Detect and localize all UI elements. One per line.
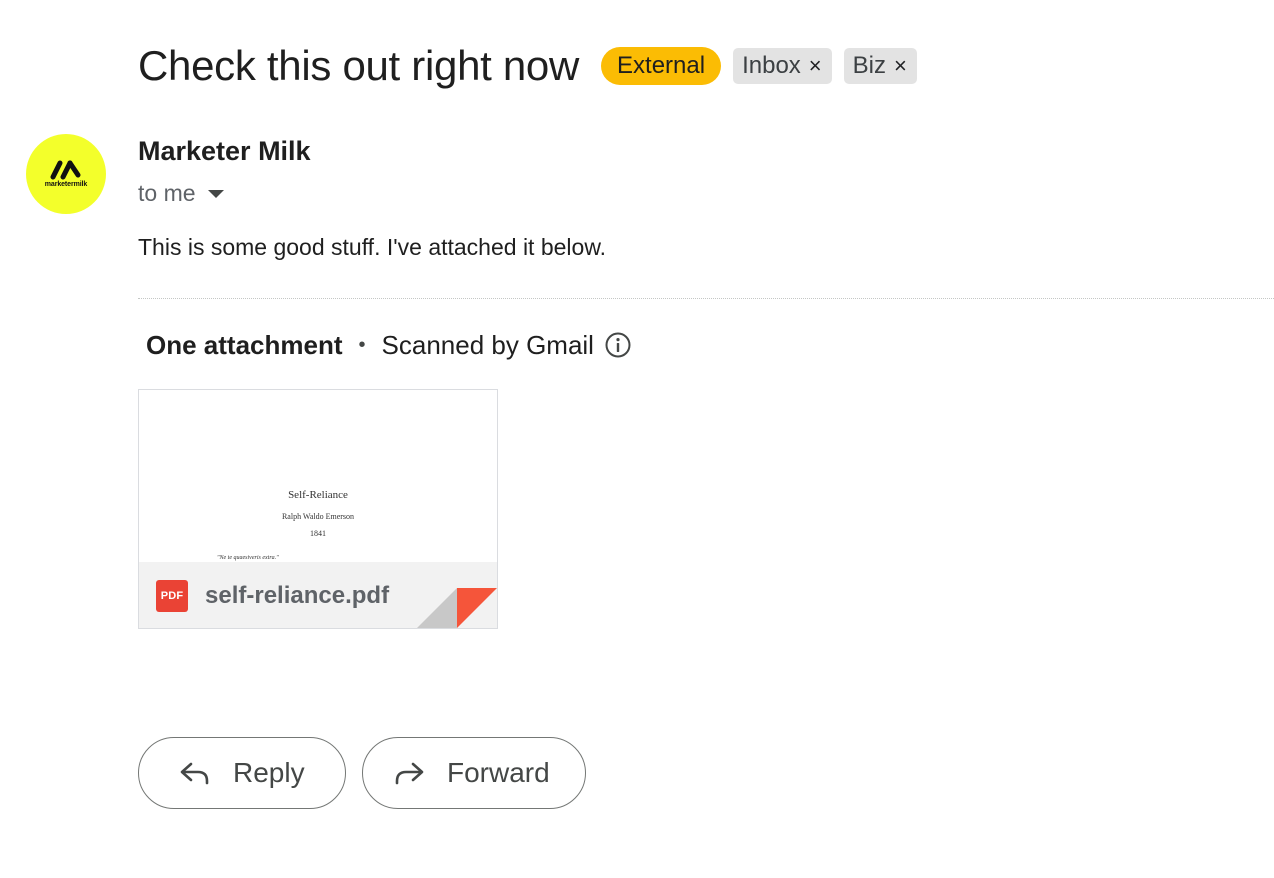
preview-author: Ralph Waldo Emerson: [281, 512, 355, 521]
page-fold-icon: [417, 588, 497, 628]
forward-arrow-icon: [395, 762, 424, 785]
recipient-text: to me: [138, 180, 196, 206]
attachment-file-name: self-reliance.pdf: [205, 582, 390, 609]
caret-down-icon[interactable]: [207, 189, 224, 198]
attachment-preview[interactable]: Self-Reliance Ralph Waldo Emerson 1841 "…: [139, 390, 497, 562]
scan-status: Scanned by Gmail: [381, 329, 594, 360]
divider: [138, 298, 1274, 299]
external-label[interactable]: External: [601, 47, 722, 85]
email-body: This is some good stuff. I've attached i…: [138, 234, 607, 260]
separator-dot: •: [358, 333, 366, 356]
label-chip-inbox-text: Inbox: [742, 52, 801, 79]
attachment-card[interactable]: Self-Reliance Ralph Waldo Emerson 1841 "…: [138, 389, 498, 629]
label-chip-biz[interactable]: Biz ×: [843, 48, 917, 84]
pdf-file-icon: PDF: [156, 580, 188, 612]
attachment-count: One attachment: [146, 329, 343, 360]
preview-title: Self-Reliance: [288, 489, 348, 501]
label-chip-biz-text: Biz: [852, 52, 886, 79]
remove-label-biz-icon[interactable]: ×: [894, 55, 907, 77]
reply-arrow-icon: [180, 762, 209, 785]
sender-avatar[interactable]: marketermilk: [26, 134, 106, 214]
reply-button-label: Reply: [233, 757, 305, 788]
preview-quote: "Ne te quaesiveris extra.": [217, 555, 279, 561]
avatar-wordmark: marketermilk: [44, 181, 88, 188]
attachments-header: One attachment • Scanned by Gmail: [146, 328, 632, 362]
remove-label-inbox-icon[interactable]: ×: [809, 55, 822, 77]
forward-button-label: Forward: [447, 757, 550, 788]
forward-button[interactable]: Forward: [362, 737, 586, 809]
marketermilk-logo-icon: [50, 160, 81, 180]
sender-name[interactable]: Marketer Milk: [138, 136, 311, 167]
reply-button[interactable]: Reply: [138, 737, 346, 809]
email-subject: Check this out right now: [138, 42, 580, 89]
label-chip-inbox[interactable]: Inbox ×: [733, 48, 832, 84]
subject-row: Check this out right now External Inbox …: [138, 40, 917, 92]
preview-year: 1841: [310, 529, 326, 538]
info-icon[interactable]: [604, 331, 632, 359]
recipient-line: to me: [138, 180, 224, 207]
